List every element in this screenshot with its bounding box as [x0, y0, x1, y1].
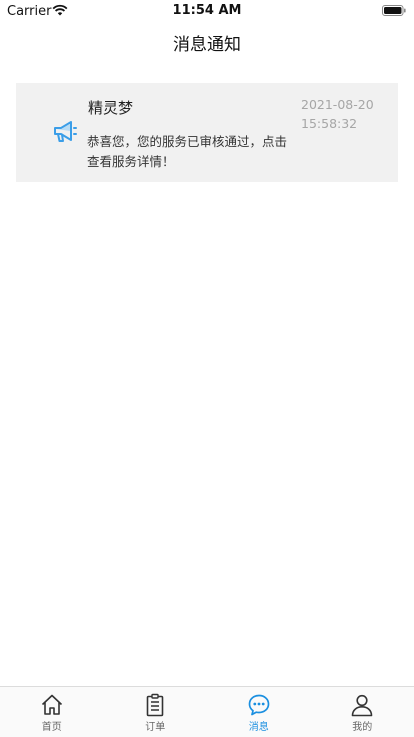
- message-timestamp: 2021-08-20 15:58:32: [301, 95, 391, 133]
- message-item[interactable]: 精灵梦 2021-08-20 15:58:32 恭喜您，您的服务已审核通过，点击…: [16, 83, 398, 182]
- person-icon: [350, 693, 374, 717]
- tab-messages-label: 消息: [207, 718, 311, 733]
- tab-profile-label: 我的: [311, 718, 414, 733]
- status-time: 11:54 AM: [0, 3, 414, 18]
- message-date: 2021-08-20: [301, 95, 391, 114]
- megaphone-icon: [50, 119, 80, 145]
- tab-messages[interactable]: 消息: [207, 687, 311, 737]
- page-title: 消息通知: [0, 30, 414, 55]
- tab-orders-label: 订单: [104, 718, 208, 733]
- message-body: 恭喜您，您的服务已审核通过，点击查看服务详情！: [87, 132, 295, 172]
- status-bar: Carrier 11:54 AM: [0, 0, 414, 22]
- home-icon: [40, 693, 64, 717]
- tab-profile[interactable]: 我的: [311, 687, 414, 737]
- battery-icon: [382, 5, 406, 16]
- tab-home[interactable]: 首页: [0, 687, 104, 737]
- tab-home-label: 首页: [0, 718, 104, 733]
- message-sender: 精灵梦: [88, 97, 133, 118]
- clipboard-icon: [143, 693, 167, 717]
- message-time: 15:58:32: [301, 114, 391, 133]
- chat-bubble-icon: [247, 693, 271, 717]
- tab-bar: 首页 订单 消息 我的: [0, 686, 414, 737]
- tab-orders[interactable]: 订单: [104, 687, 208, 737]
